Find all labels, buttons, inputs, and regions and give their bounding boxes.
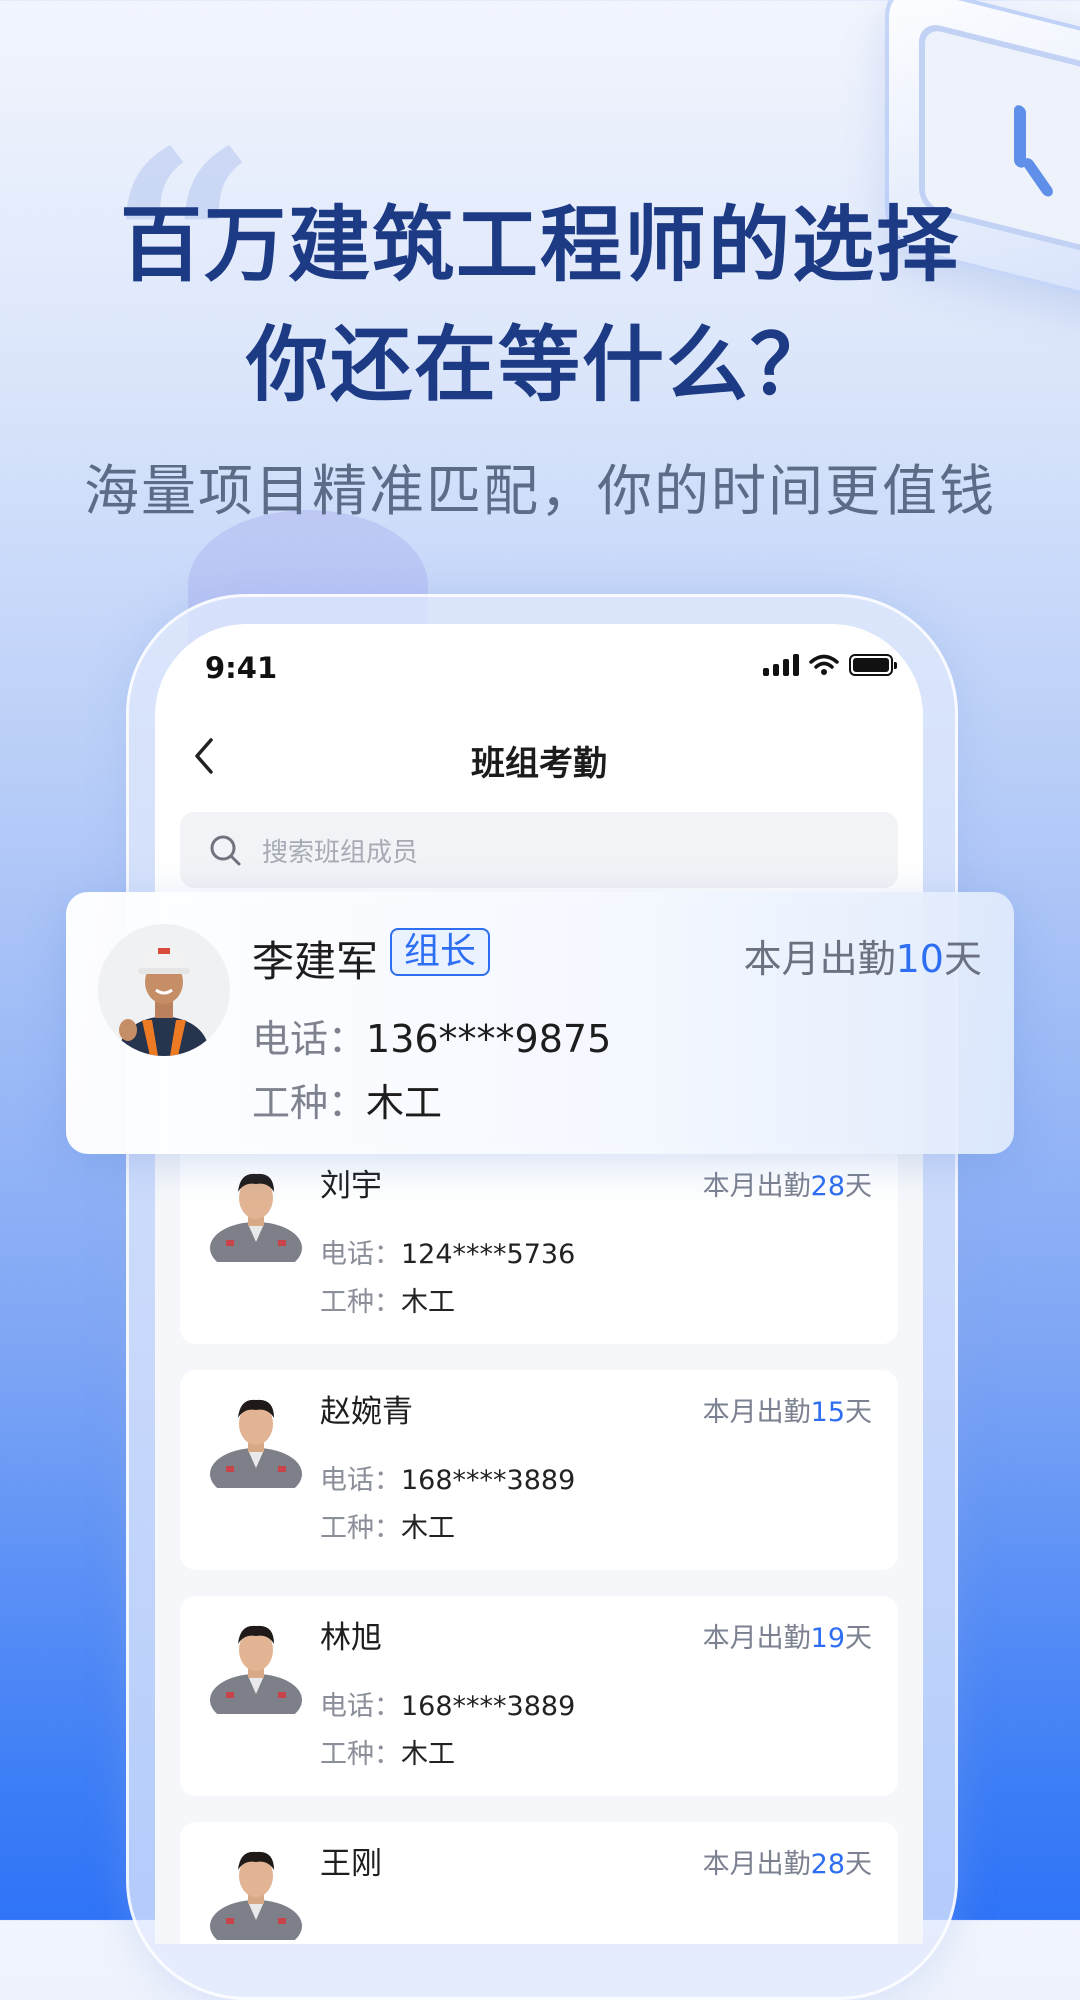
battery-icon — [849, 654, 897, 676]
member-name: 林旭 — [320, 1620, 382, 1656]
member-card[interactable]: 刘宇 本月出勤28天 电话：124****5736 工种：木工 — [180, 1144, 898, 1344]
member-attendance: 本月出勤28天 — [702, 1849, 872, 1880]
member-card[interactable]: 王刚 本月出勤28天 — [180, 1822, 898, 1944]
member-trade: 工种：木工 — [320, 1739, 455, 1770]
leader-card[interactable]: 李建军 组长 本月出勤10天 电话：136****9875 工种：木工 — [66, 892, 1014, 1154]
leader-attendance: 本月出勤10天 — [743, 937, 982, 981]
status-icons — [763, 654, 897, 676]
member-attendance: 本月出勤15天 — [702, 1397, 872, 1428]
member-avatar — [210, 1625, 302, 1714]
promo-headline-line2: 你还在等什么？ — [245, 318, 834, 413]
member-avatar — [210, 1399, 302, 1488]
search-icon — [210, 835, 241, 866]
search-placeholder: 搜索班组成员 — [262, 837, 419, 868]
member-card[interactable]: 林旭 本月出勤19天 电话：168****3889 工种：木工 — [180, 1596, 898, 1796]
app-header: 9:41 班组考勤 搜索班组成员 — [155, 624, 923, 904]
member-name: 王刚 — [320, 1846, 382, 1882]
wifi-icon — [809, 654, 839, 675]
member-trade: 工种：木工 — [320, 1513, 455, 1544]
member-attendance: 本月出勤28天 — [702, 1171, 872, 1202]
phone-screen: 9:41 班组考勤 搜索班组成员 刘宇 本月出勤28天 电话：124****57… — [155, 624, 923, 1944]
member-avatar — [210, 1173, 302, 1262]
member-attendance: 本月出勤19天 — [702, 1623, 872, 1654]
member-avatar — [210, 1851, 302, 1940]
member-trade: 工种：木工 — [320, 1287, 455, 1318]
status-time: 9:41 — [205, 651, 278, 685]
promo-headline-line1: 百万建筑工程师的选择 — [119, 198, 960, 293]
leader-avatar — [98, 924, 230, 1056]
search-input[interactable]: 搜索班组成员 — [180, 812, 898, 888]
leader-phone: 电话：136****9875 — [252, 1017, 612, 1061]
member-phone: 电话：168****3889 — [320, 1465, 576, 1496]
page-title: 班组考勤 — [471, 744, 607, 784]
promo-subline: 海量项目精准匹配，你的时间更值钱 — [83, 459, 996, 523]
member-card[interactable]: 赵婉青 本月出勤15天 电话：168****3889 工种：木工 — [180, 1370, 898, 1570]
leader-role-badge: 组长 — [390, 928, 491, 976]
signal-icon — [763, 654, 799, 676]
member-name: 赵婉青 — [320, 1394, 413, 1430]
member-phone: 电话：124****5736 — [320, 1239, 576, 1270]
member-name: 刘宇 — [320, 1168, 382, 1204]
member-phone: 电话：168****3889 — [320, 1691, 576, 1722]
leader-trade: 工种：木工 — [252, 1081, 443, 1125]
leader-name: 李建军 — [252, 937, 379, 986]
